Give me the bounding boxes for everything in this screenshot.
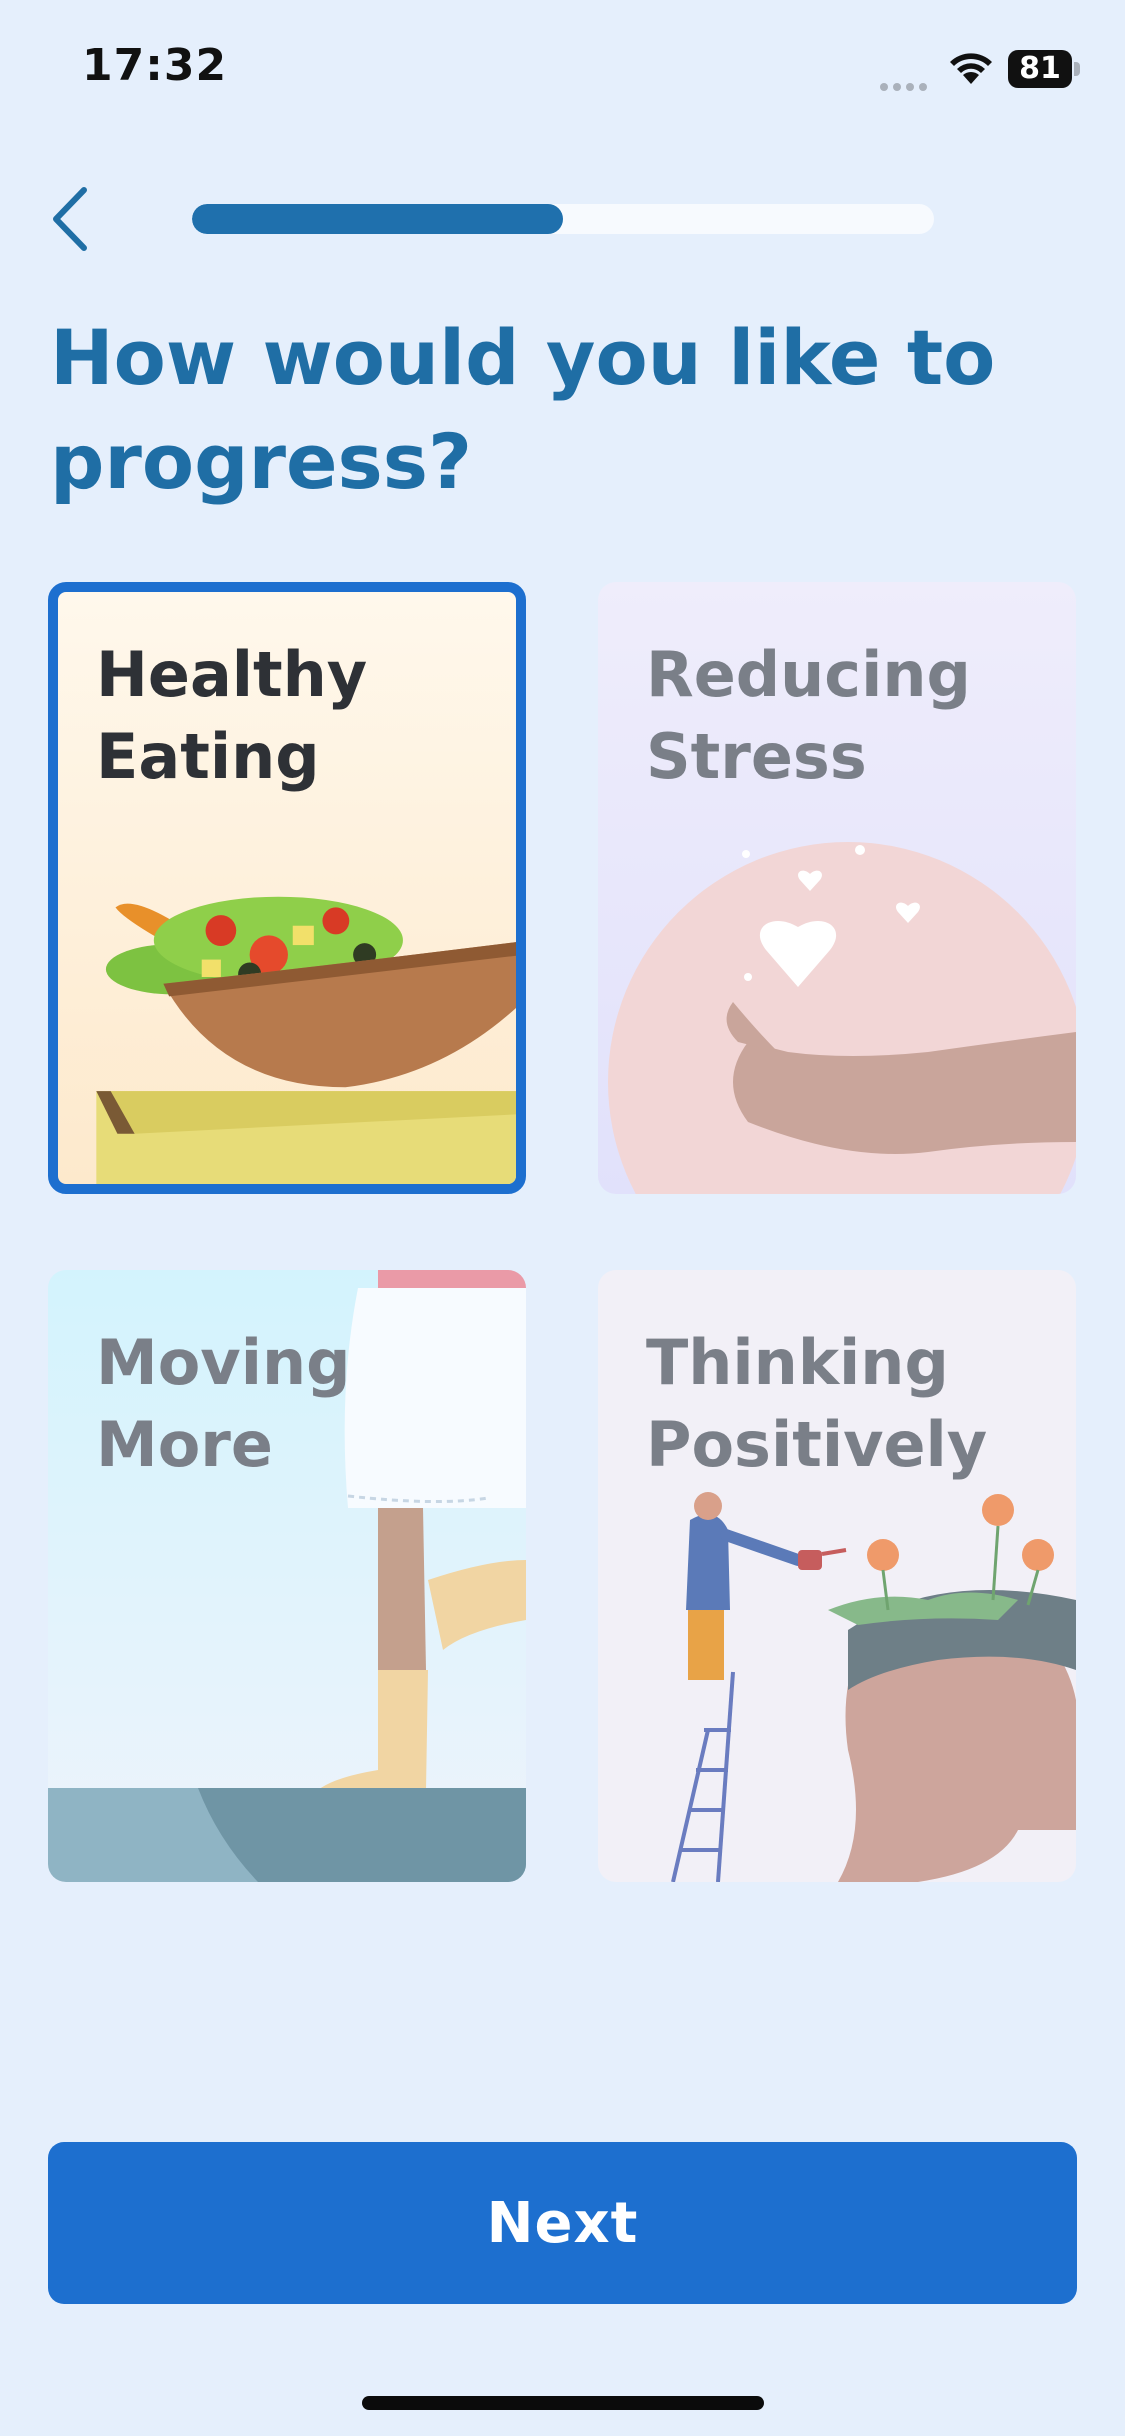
- wifi-icon: [950, 53, 992, 84]
- option-label: Moving More: [96, 1326, 351, 1481]
- option-card-thinking-positively[interactable]: Thinking Positively: [598, 1270, 1076, 1882]
- option-card-reducing-stress[interactable]: Reducing Stress: [598, 582, 1076, 1194]
- home-indicator: [362, 2396, 764, 2410]
- option-label: Healthy Eating: [96, 638, 368, 793]
- status-time: 17:32: [82, 40, 228, 91]
- option-label: Reducing Stress: [646, 638, 971, 793]
- onboarding-progress-bar: [192, 204, 934, 234]
- cellular-signal-icon: [880, 76, 932, 95]
- option-card-healthy-eating[interactable]: Healthy Eating: [48, 582, 526, 1194]
- battery-icon: 81: [1008, 50, 1080, 88]
- option-label: Thinking Positively: [646, 1326, 988, 1481]
- page-title: How would you like to progress?: [50, 313, 996, 506]
- progress-fill: [192, 204, 563, 234]
- back-chevron-icon[interactable]: [46, 184, 96, 254]
- battery-level: 81: [1008, 50, 1072, 88]
- next-button[interactable]: Next: [48, 2142, 1077, 2304]
- status-bar: 17:32 81: [0, 0, 1125, 140]
- option-card-moving-more[interactable]: Moving More: [48, 1270, 526, 1882]
